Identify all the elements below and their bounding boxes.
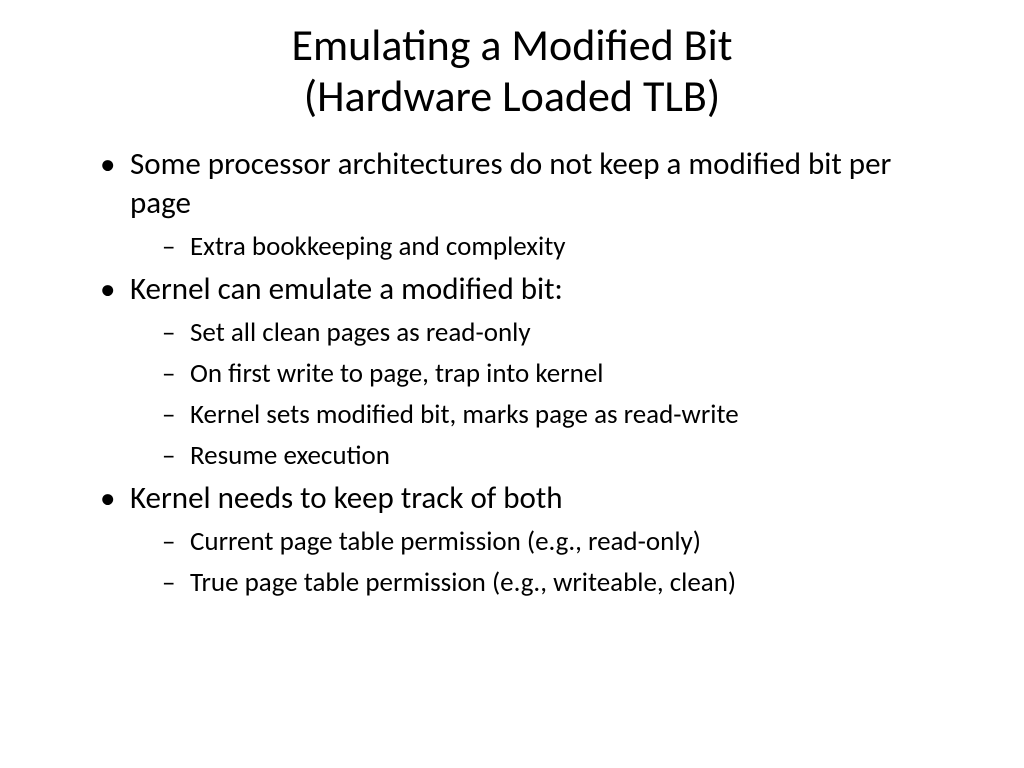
sub-bullet-text: True page table permission (e.g., writea… [190,566,736,599]
bullet-item: Some processor architectures do not keep… [100,145,944,264]
bullet-text: Kernel can emulate a modified bit: [130,270,563,308]
sub-bullet-item: Current page table permission (e.g., rea… [150,524,944,559]
sub-bullet-item: Set all clean pages as read-only [150,315,944,350]
sub-bullet-item: Extra bookkeeping and complexity [150,229,944,264]
sub-bullet-item: Kernel sets modified bit, marks page as … [150,397,944,432]
slide-content: Some processor architectures do not keep… [0,145,1024,600]
slide-title: Emulating a Modified Bit (Hardware Loade… [0,20,1024,121]
bullet-list: Some processor architectures do not keep… [100,145,944,600]
sub-bullet-item: Resume execution [150,438,944,473]
title-line-2: (Hardware Loaded TLB) [304,69,720,123]
bullet-item: Kernel needs to keep track of both Curre… [100,479,944,600]
bullet-text: Some processor architectures do not keep… [130,145,891,222]
sub-bullet-text: Current page table permission (e.g., rea… [190,525,701,558]
sub-bullet-text: On first write to page, trap into kernel [190,357,603,390]
sub-bullet-text: Resume execution [190,439,390,472]
sub-bullet-text: Extra bookkeeping and complexity [190,230,565,263]
sub-bullet-list: Set all clean pages as read-only On firs… [130,315,944,473]
title-line-1: Emulating a Modified Bit [292,18,733,72]
bullet-item: Kernel can emulate a modified bit: Set a… [100,270,944,473]
sub-bullet-list: Extra bookkeeping and complexity [130,229,944,264]
sub-bullet-item: On first write to page, trap into kernel [150,356,944,391]
sub-bullet-item: True page table permission (e.g., writea… [150,565,944,600]
sub-bullet-text: Set all clean pages as read-only [190,316,531,349]
bullet-text: Kernel needs to keep track of both [130,479,563,517]
sub-bullet-text: Kernel sets modified bit, marks page as … [190,398,739,431]
sub-bullet-list: Current page table permission (e.g., rea… [130,524,944,600]
